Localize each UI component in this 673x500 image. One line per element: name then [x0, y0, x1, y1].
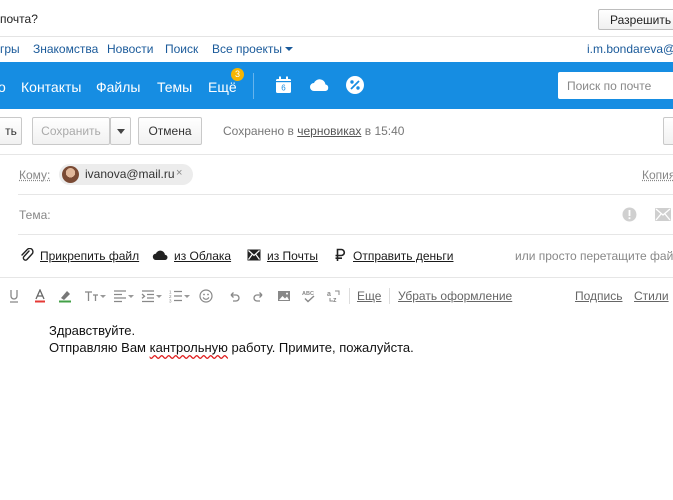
toolbar-extra-button[interactable] — [663, 117, 673, 145]
portal-link-games[interactable]: гры — [0, 42, 20, 56]
more-format-link[interactable]: Еще — [357, 289, 381, 303]
divider — [18, 234, 673, 235]
translate-icon[interactable]: a z — [327, 289, 341, 303]
envelope-icon[interactable] — [655, 208, 671, 221]
spellcheck-icon[interactable]: ABC — [302, 289, 317, 303]
chevron-down-icon — [285, 47, 294, 51]
svg-text:ABC: ABC — [302, 291, 314, 297]
portal-link-news[interactable]: Новости — [107, 42, 153, 56]
underline-icon[interactable] — [9, 289, 19, 303]
saved-status: Сохранено в черновиках в 15:40 — [223, 124, 404, 138]
indent-icon[interactable] — [141, 289, 155, 303]
calendar-day: 6 — [281, 84, 286, 93]
emoji-icon[interactable] — [199, 289, 213, 303]
body-text-after: работу. Примите, пожалуйста. — [227, 340, 414, 355]
portal-nav: гры Знакомства Новости Поиск Все проекты… — [0, 37, 673, 62]
align-icon[interactable] — [113, 289, 127, 303]
saved-time: в 15:40 — [364, 124, 405, 138]
send-button[interactable]: ть — [0, 117, 22, 145]
nav-contacts[interactable]: Контакты — [21, 79, 81, 95]
drop-hint: или просто перетащите файл — [515, 249, 673, 263]
saved-prefix: Сохранено в — [223, 124, 294, 138]
nav-more[interactable]: Ещё — [208, 79, 237, 95]
recipient-email: ivanova@mail.ru — [85, 167, 175, 181]
portal-link-search[interactable]: Поиск — [165, 42, 198, 56]
chevron-down-icon — [116, 129, 125, 134]
svg-text:z: z — [333, 297, 337, 303]
notification-text: почта? — [0, 12, 38, 26]
user-email-link[interactable]: i.m.bondareva@m — [587, 42, 673, 56]
save-button[interactable]: Сохранить — [32, 117, 110, 145]
nav-themes[interactable]: Темы — [157, 79, 192, 95]
body-line-message: Отправляю Вам кантрольную работу. Примит… — [49, 339, 414, 356]
undo-icon[interactable] — [227, 289, 241, 303]
chevron-down-icon — [156, 295, 162, 298]
to-label[interactable]: Кому: — [19, 168, 50, 182]
nav-files[interactable]: Файлы — [96, 79, 140, 95]
discount-icon[interactable] — [345, 75, 365, 95]
message-body[interactable]: Здравствуйте. Отправляю Вам кантрольную … — [49, 322, 414, 356]
chevron-down-icon — [128, 295, 134, 298]
cancel-button[interactable]: Отмена — [138, 117, 202, 145]
header-divider — [253, 73, 254, 99]
text-color-icon[interactable] — [33, 289, 47, 303]
body-line-greeting: Здравствуйте. — [49, 323, 136, 338]
divider — [349, 288, 350, 304]
avatar — [62, 166, 79, 183]
cloud-icon — [152, 250, 168, 260]
attach-file-link[interactable]: Прикрепить файл — [40, 249, 139, 263]
divider — [18, 194, 673, 195]
chevron-down-icon — [100, 295, 106, 298]
all-projects-label: Все проекты — [212, 42, 283, 56]
portal-link-all-projects[interactable]: Все проекты — [212, 42, 294, 56]
remove-recipient-icon[interactable]: × — [176, 167, 182, 179]
drafts-link[interactable]: черновиках — [297, 124, 361, 138]
importance-icon[interactable] — [622, 207, 637, 222]
misspelled-word: кантрольную — [149, 340, 228, 355]
body-text-before: Отправляю Вам — [49, 340, 150, 355]
divider — [389, 288, 390, 304]
save-options-button[interactable] — [110, 117, 131, 145]
mail-icon — [247, 249, 261, 261]
svg-text:3: 3 — [169, 299, 172, 304]
clear-format-link[interactable]: Убрать оформление — [398, 289, 512, 303]
recipient-chip[interactable]: ivanova@mail.ru × — [59, 164, 193, 185]
svg-text:a: a — [327, 291, 331, 298]
nav-inbox[interactable]: о — [0, 79, 6, 95]
allow-button[interactable]: Разрешить — [598, 9, 673, 30]
redo-icon[interactable] — [252, 289, 266, 303]
more-badge: 3 — [231, 68, 244, 81]
search-input[interactable]: Поиск по почте — [558, 72, 673, 99]
divider — [0, 277, 673, 278]
divider — [0, 154, 673, 155]
signature-link[interactable]: Подпись — [575, 289, 623, 303]
highlight-icon[interactable] — [58, 289, 72, 303]
chevron-down-icon — [184, 295, 190, 298]
app-header: о Контакты Файлы Темы Ещё 3 6 Поиск по п… — [0, 62, 673, 109]
styles-link[interactable]: Стили — [634, 289, 669, 303]
font-size-icon[interactable] — [84, 289, 99, 303]
subject-label: Тема: — [19, 208, 51, 222]
image-icon[interactable] — [277, 289, 291, 303]
portal-link-dating[interactable]: Знакомства — [33, 42, 98, 56]
send-money-link[interactable]: Отправить деньги — [353, 249, 453, 263]
from-cloud-link[interactable]: из Облака — [174, 249, 231, 263]
list-icon[interactable]: 1 2 3 — [169, 289, 183, 303]
notification-bar: почта? Разрешить — [0, 0, 673, 37]
ruble-icon — [335, 248, 346, 261]
calendar-icon[interactable]: 6 — [274, 75, 294, 95]
cc-link[interactable]: Копия — [642, 168, 673, 182]
from-mail-link[interactable]: из Почты — [267, 249, 318, 263]
cloud-icon[interactable] — [309, 75, 331, 95]
paperclip-icon — [21, 248, 34, 261]
